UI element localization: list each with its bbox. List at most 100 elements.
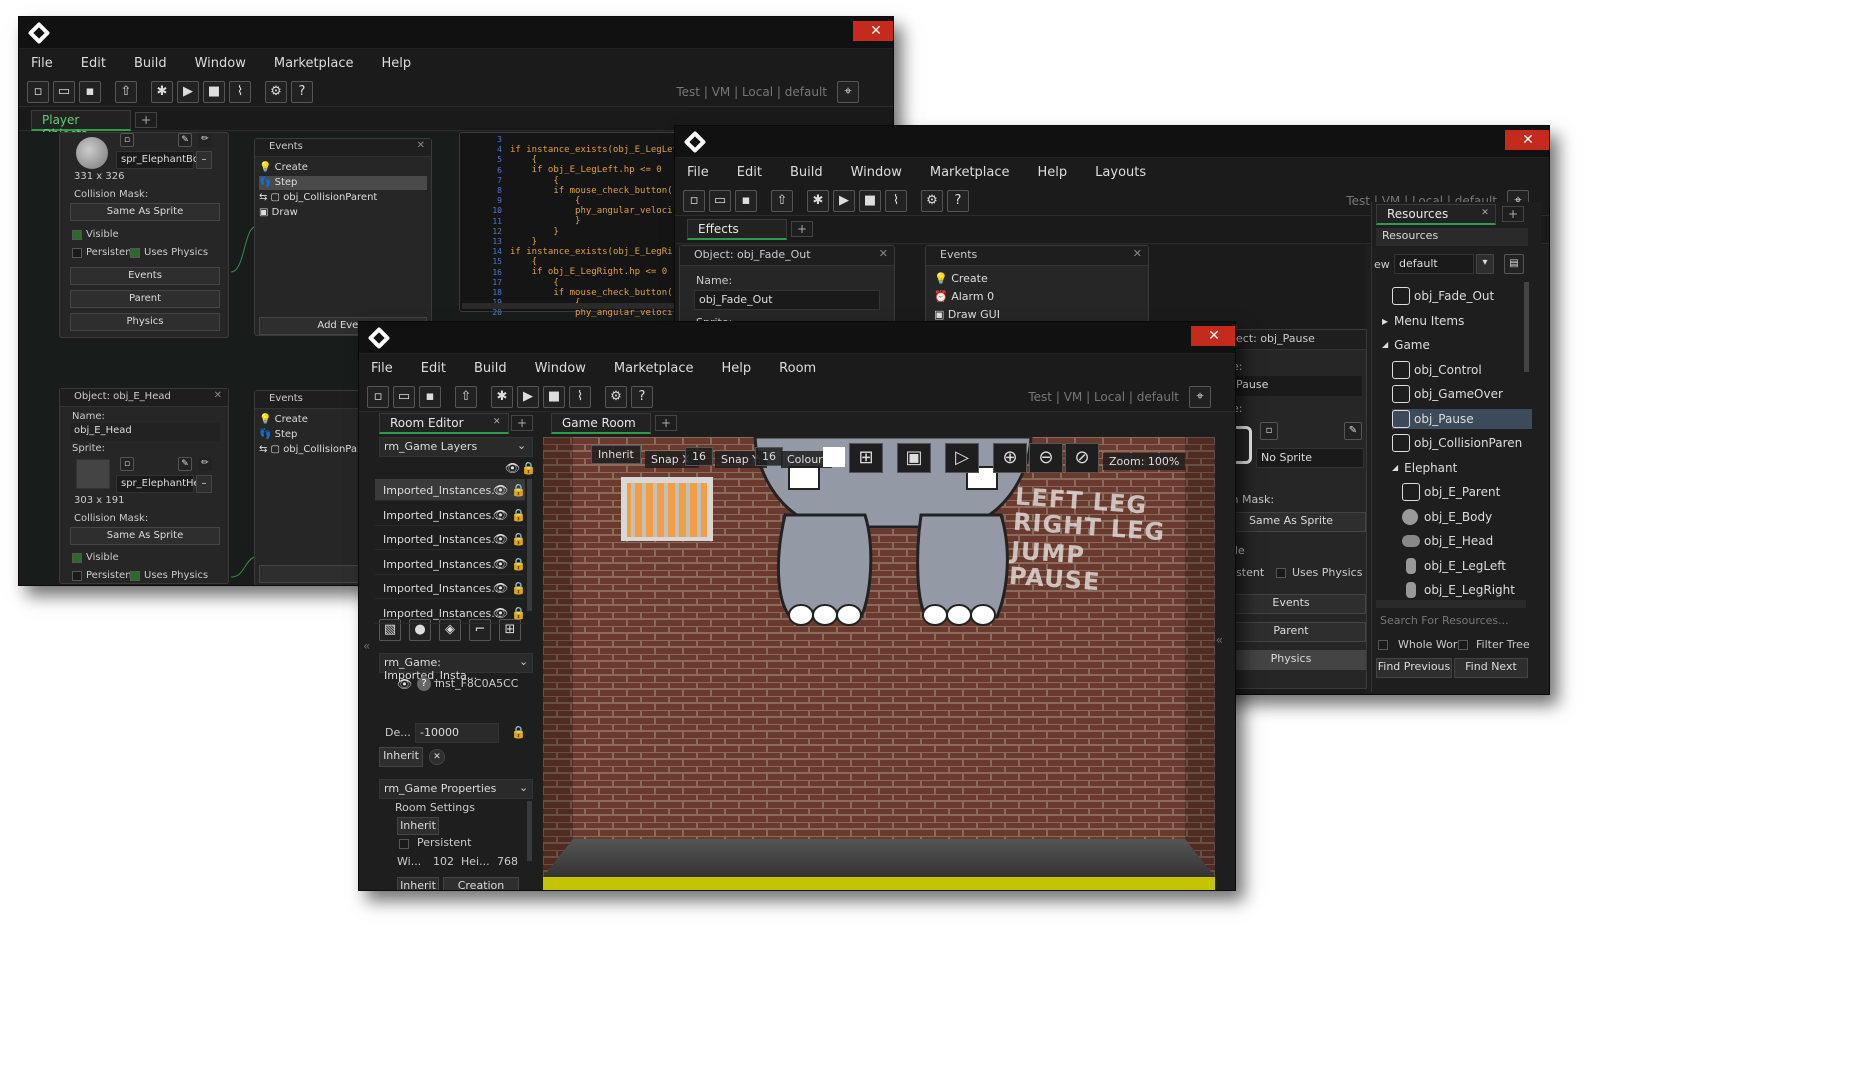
lock-icon[interactable]: 🔒 [511,508,526,522]
menu-window[interactable]: Window [535,361,586,376]
sprite-menu-button[interactable]: – [196,151,212,169]
export-icon[interactable]: ⇧ [455,385,477,408]
collapse-right-icon[interactable]: « [1216,633,1223,647]
export-icon[interactable]: ⇧ [115,80,137,103]
stop-icon[interactable]: ■ [203,80,225,103]
clear-icon[interactable]: ✕ [429,749,445,765]
resource-item[interactable]: obj_E_LegRight [1402,580,1532,600]
menu-room[interactable]: Room [779,361,816,376]
close-icon[interactable]: ✕ [1133,247,1142,260]
menu-window[interactable]: Window [195,56,246,71]
resource-item[interactable]: obj_Pause [1392,408,1532,429]
code-line[interactable]: if instance_exists(obj_E_LegLeft) [510,145,689,155]
lock-icon[interactable]: 🔒 [511,557,526,571]
width-value[interactable]: 102 [433,855,454,868]
open-folder-icon[interactable]: ▭ [53,80,75,103]
add-tab-button[interactable]: + [135,112,157,128]
collapse-left-icon[interactable]: « [363,639,370,653]
settings-icon[interactable]: ⚙ [605,385,627,408]
close-icon[interactable]: ✕ [879,247,888,260]
tab-game-room[interactable]: Game Room [551,413,651,434]
lock-icon[interactable]: 🔒 [511,581,526,595]
code-line[interactable]: { [510,155,537,165]
open-folder-icon[interactable]: ▭ [393,385,415,408]
target-icon[interactable]: ⌖ [837,81,859,103]
clean-icon[interactable]: ⌇ [569,385,591,408]
properties-dropdown[interactable]: rm_Game Properties [379,779,533,799]
code-line[interactable]: } [510,237,537,247]
collision-mask-button[interactable]: Same As Sprite [70,203,220,221]
debug-icon[interactable]: ✱ [491,385,513,408]
menu-build[interactable]: Build [474,361,507,376]
menu-file[interactable]: File [687,165,709,180]
resource-item[interactable]: obj_E_LegLeft [1402,556,1532,576]
code-line[interactable]: { [510,257,537,267]
event-draw[interactable]: ▣ Draw [259,206,427,220]
grid-toggle-icon[interactable]: ⊞ [849,443,883,473]
menu-help[interactable]: Help [722,361,752,376]
physics-button[interactable]: Physics [70,313,220,331]
run-icon[interactable]: ▶ [177,80,199,103]
code-line[interactable]: if mouse_check_button( [510,186,672,196]
chevron-down-icon[interactable]: ⌄ [519,781,528,794]
menu-marketplace[interactable]: Marketplace [614,361,694,376]
inherit-settings-button[interactable]: Inherit [397,817,439,835]
clean-icon[interactable]: ⌇ [229,80,251,103]
run-icon[interactable]: ▶ [517,385,539,408]
events-button[interactable]: Events [1216,594,1366,614]
snap-y-field[interactable]: 16 [755,447,783,466]
lock-icon[interactable]: 🔒 [511,606,526,620]
chevron-down-icon[interactable]: ⌄ [519,655,528,668]
pencil-icon[interactable]: ✏ [198,457,212,471]
menu-help[interactable]: Help [382,56,412,71]
eye-icon[interactable]: 👁 [505,461,520,475]
tab-effects[interactable]: Effects [687,219,787,240]
find-next-button[interactable]: Find Next [1454,658,1528,678]
tree-scrollbar[interactable] [1376,600,1526,608]
view-dropdown[interactable]: default [1394,254,1474,274]
close-button[interactable]: ✕ [1191,326,1235,346]
parent-button[interactable]: Parent [70,290,220,308]
code-line[interactable]: { [510,176,558,186]
event-collision[interactable]: ⇆ ▢ obj_CollisionParent [259,191,427,205]
menu-layouts[interactable]: Layouts [1095,165,1146,180]
lock-icon[interactable]: 🔒 [511,725,526,739]
eye-icon[interactable]: 👁 [493,483,508,497]
save-icon[interactable]: ▪ [419,385,441,408]
lock-icon[interactable]: 🔒 [511,483,526,497]
close-icon[interactable]: ✕ [417,140,425,151]
resource-item[interactable]: obj_E_Parent [1402,482,1532,502]
menu-edit[interactable]: Edit [737,165,762,180]
name-field[interactable]: Pause [1232,376,1362,396]
inherit-button[interactable]: Inherit [379,747,423,767]
event-create[interactable]: 💡 Create [259,161,427,175]
event-alarm[interactable]: ⏰ Alarm 0 [934,288,1134,306]
help-icon[interactable]: ? [291,80,313,103]
tab-room-editor[interactable]: Room Editor [379,413,509,434]
instance-layer-dropdown[interactable]: rm_Game: Imported_Insta... [379,653,533,682]
add-tab-button[interactable]: + [1502,206,1524,222]
resource-item[interactable]: obj_Fade_Out [1392,286,1532,306]
lock-icon[interactable]: 🔒 [521,461,536,475]
name-field[interactable]: obj_E_Head [70,423,220,441]
colour-swatch[interactable] [823,447,845,467]
add-tab-button[interactable]: + [791,221,813,237]
zoom-out-icon[interactable]: ⊖ [1029,443,1063,473]
snap-x-field[interactable]: 16 [685,447,713,466]
debug-icon[interactable]: ✱ [151,80,173,103]
sprite-field[interactable]: No Sprite [1256,448,1364,468]
lock-icon[interactable]: 🔒 [511,532,526,546]
eye-icon[interactable]: 👁 [493,581,508,595]
uses-physics-checkbox[interactable] [1276,568,1286,578]
inherit-button[interactable]: Inherit [591,445,641,464]
close-tab-icon[interactable]: ✕ [493,417,501,427]
new-file-icon[interactable]: ▫ [27,80,49,103]
add-tab-button[interactable]: + [655,415,677,431]
chevron-down-icon[interactable]: ⌄ [517,439,526,452]
persistent-checkbox[interactable] [72,248,82,258]
save-icon[interactable]: ▪ [735,189,757,212]
tab-player-objects[interactable]: Player Objects [31,110,131,141]
eye-icon[interactable]: 👁 [397,677,412,691]
code-line[interactable]: { [510,278,558,288]
sprite-menu-button[interactable]: – [196,475,212,493]
